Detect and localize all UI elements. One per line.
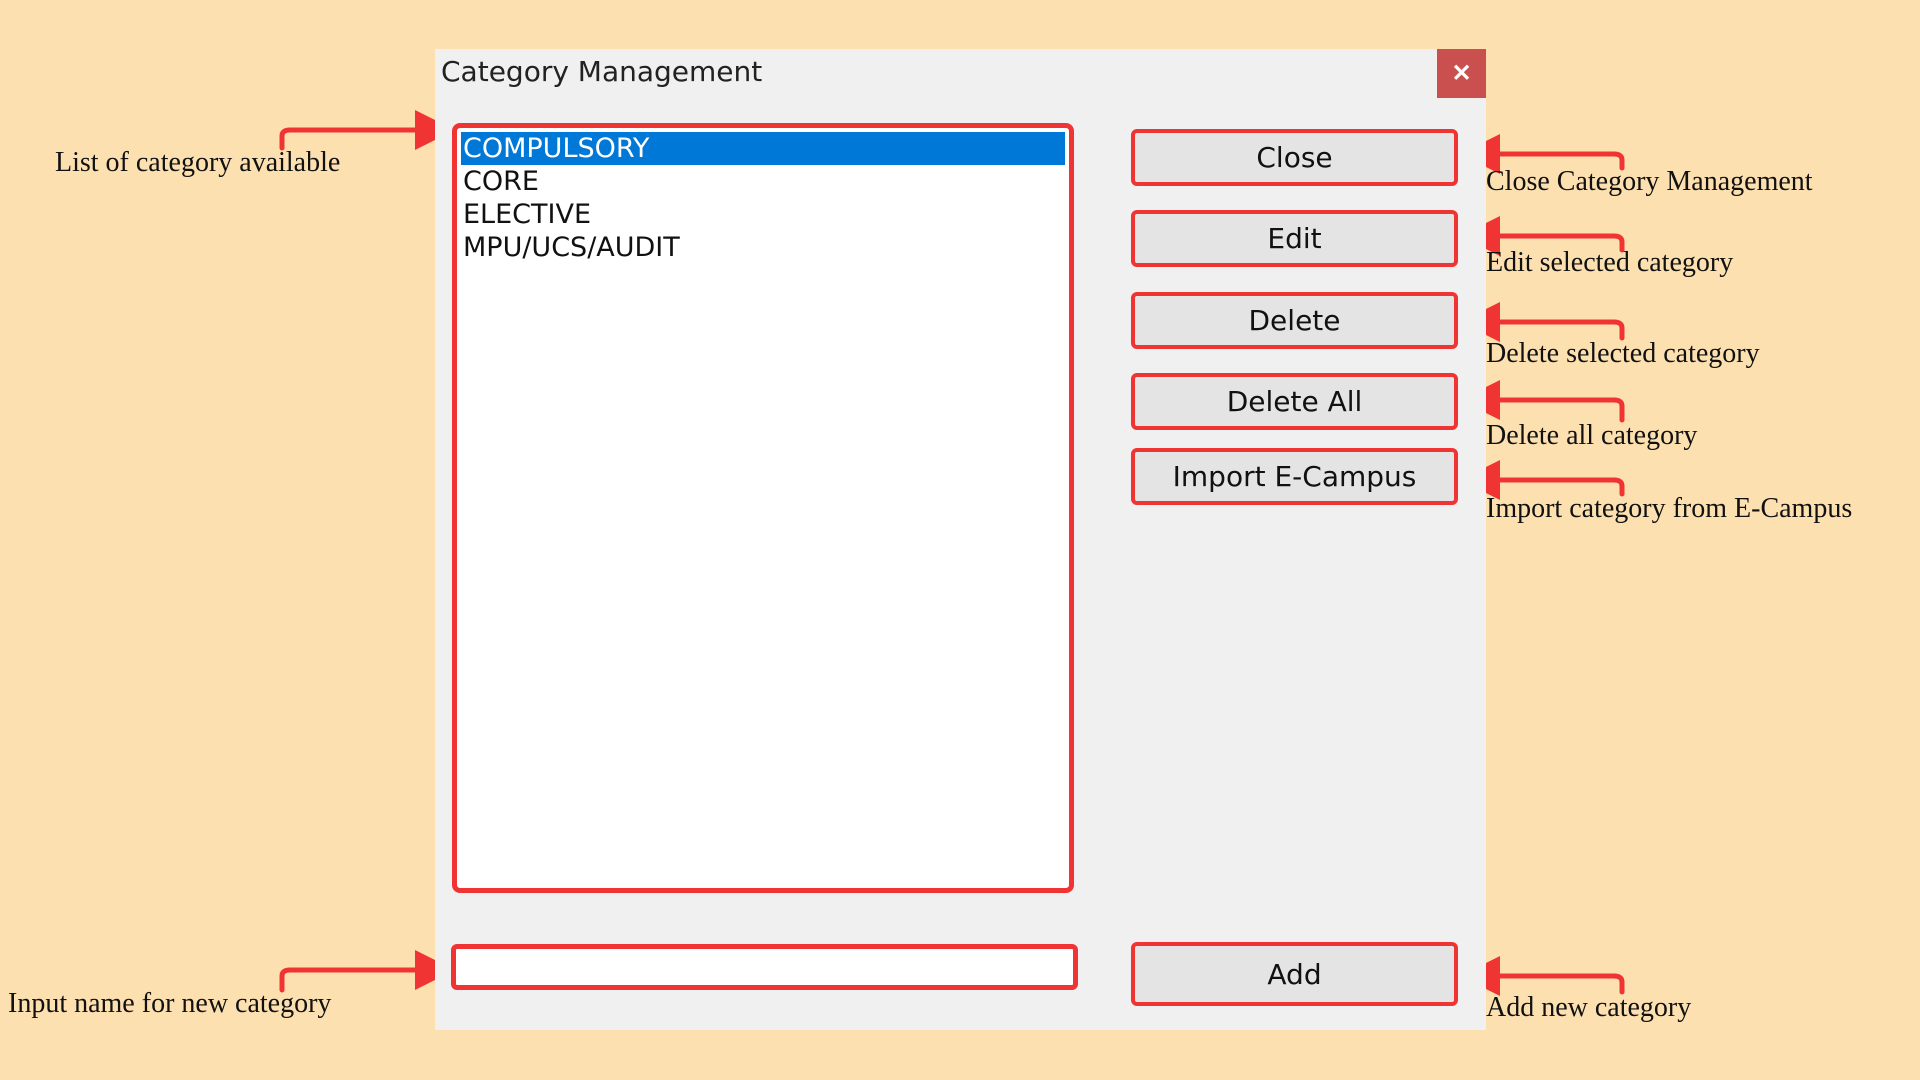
window-title: Category Management xyxy=(441,55,763,88)
list-item[interactable]: ELECTIVE xyxy=(461,198,1065,231)
annotation-delete: Delete selected category xyxy=(1486,338,1760,369)
annotation-edit: Edit selected category xyxy=(1486,247,1734,278)
list-item[interactable]: MPU/UCS/AUDIT xyxy=(461,231,1065,264)
edit-button[interactable]: Edit xyxy=(1131,210,1458,267)
annotation-delete-all: Delete all category xyxy=(1486,420,1698,451)
annotation-import: Import category from E-Campus xyxy=(1486,493,1853,524)
arrow-list xyxy=(279,110,455,151)
arrow-import xyxy=(1460,460,1625,500)
annotation-add: Add new category xyxy=(1486,992,1692,1023)
window-close-button[interactable]: ✕ xyxy=(1437,49,1486,98)
add-button[interactable]: Add xyxy=(1131,942,1458,1006)
category-listbox[interactable]: COMPULSORY CORE ELECTIVE MPU/UCS/AUDIT xyxy=(452,123,1074,893)
close-icon: ✕ xyxy=(1451,60,1472,87)
arrow-delete-all xyxy=(1460,380,1625,423)
arrow-delete xyxy=(1460,302,1625,342)
category-management-dialog: Category Management ✕ COMPULSORY CORE EL… xyxy=(435,49,1486,1030)
new-category-input[interactable] xyxy=(451,944,1078,990)
arrow-add xyxy=(1460,956,1625,996)
title-bar[interactable]: Category Management ✕ xyxy=(435,49,1486,99)
import-ecampus-button[interactable]: Import E-Campus xyxy=(1131,448,1458,505)
list-item[interactable]: COMPULSORY xyxy=(461,132,1065,165)
arrow-input xyxy=(279,950,455,993)
delete-all-button[interactable]: Delete All xyxy=(1131,373,1458,430)
close-button[interactable]: Close xyxy=(1131,129,1458,186)
annotation-input: Input name for new category xyxy=(8,988,332,1019)
annotation-list: List of category available xyxy=(55,147,341,178)
delete-button[interactable]: Delete xyxy=(1131,292,1458,349)
list-item[interactable]: CORE xyxy=(461,165,1065,198)
annotation-close: Close Category Management xyxy=(1486,166,1813,197)
